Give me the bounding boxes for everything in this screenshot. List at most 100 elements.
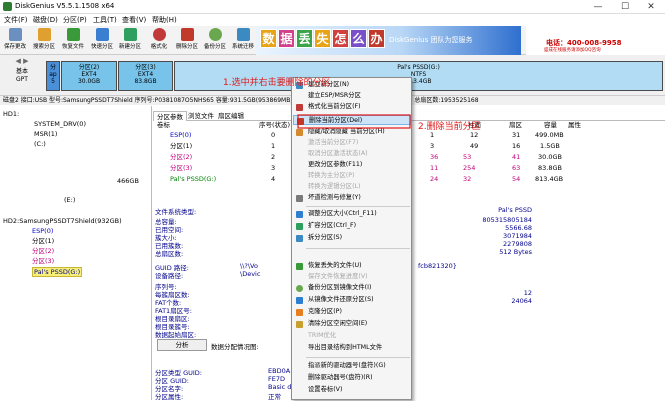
column-capacity[interactable]: 容量 bbox=[544, 121, 557, 130]
tab-browse-files[interactable]: 浏览文件 bbox=[185, 111, 217, 121]
delete-partition-button[interactable]: 删除分区 bbox=[173, 27, 201, 54]
menu-set-label[interactable]: 设置卷标(V) bbox=[293, 385, 411, 395]
table-row-name[interactable]: 分区(2) bbox=[170, 153, 192, 162]
search-partition-button[interactable]: 搜索分区 bbox=[30, 27, 58, 54]
table-row-name[interactable]: 分区(3) bbox=[170, 164, 192, 173]
search-partition-icon bbox=[37, 28, 51, 41]
tab-sector-edit[interactable]: 扇区编辑 bbox=[215, 111, 247, 121]
table-row-head: 49 bbox=[470, 142, 479, 150]
column-attr[interactable]: 属性 bbox=[568, 121, 581, 130]
table-row-sector: 16 bbox=[512, 142, 521, 150]
split-icon bbox=[296, 235, 303, 242]
menu-to-primary[interactable]: 转换为主分区(P) bbox=[293, 171, 411, 181]
menu-partition[interactable]: 分区(P) bbox=[63, 15, 87, 25]
contact-note: 盛成在线服务请添加QQ咨询 bbox=[544, 48, 601, 53]
new-partition-button[interactable]: 新建分区 bbox=[116, 27, 144, 54]
disk-nav-arrows[interactable]: ◀ ▶ bbox=[2, 57, 42, 65]
backup-partition-icon bbox=[208, 28, 222, 41]
quick-partition-button[interactable]: 快速分区 bbox=[88, 27, 116, 54]
menu-view[interactable]: 查看(V) bbox=[122, 15, 146, 25]
menu-file[interactable]: 文件(F) bbox=[4, 15, 28, 25]
recover-files-icon bbox=[66, 28, 80, 41]
menu-clone[interactable]: 克隆分区(P) bbox=[293, 307, 411, 317]
table-row-capacity: 1.5GB bbox=[540, 142, 560, 150]
close-button[interactable]: ✕ bbox=[637, 0, 665, 14]
menu-export-html[interactable]: 导出目录结构到HTML文件 bbox=[293, 343, 411, 353]
table-row-cyl: 11 bbox=[430, 164, 439, 172]
menu-hide-partition[interactable]: 隐藏/取消隐藏 当前分区(H) bbox=[293, 127, 411, 137]
promo-banner[interactable]: 数 据 丢 失 怎 么 办 DiskGenius 团队为您服务 bbox=[256, 26, 521, 55]
menu-assign-letter[interactable]: 指派新的驱动器号(盘符)(G) bbox=[293, 361, 411, 371]
minimize-button[interactable]: — bbox=[584, 0, 612, 14]
menu-separator bbox=[306, 357, 410, 358]
backup-icon bbox=[296, 285, 303, 292]
tree-item-e[interactable]: (E:) bbox=[64, 196, 75, 204]
wrench-icon bbox=[296, 195, 303, 202]
menu-bad-sector[interactable]: 坏道检测与修复(Y) bbox=[293, 193, 411, 203]
format-icon bbox=[296, 104, 303, 111]
migrate-system-button[interactable]: 系统迁移 bbox=[229, 27, 257, 54]
banner-char: 丢 bbox=[296, 29, 313, 48]
backup-partition-button[interactable]: 备份分区 bbox=[201, 27, 229, 54]
tree-item-part1[interactable]: 分区(1) bbox=[32, 237, 54, 245]
maximize-button[interactable]: ☐ bbox=[611, 0, 639, 14]
tree-disk-hd2[interactable]: HD2:SamsungPSSDT7Shield(932GB) bbox=[3, 217, 122, 225]
column-seq[interactable]: 序号(状态) bbox=[259, 121, 290, 130]
menu-delete-partition[interactable]: 删除当前分区(Del) bbox=[293, 115, 411, 125]
column-sector[interactable]: 扇区 bbox=[509, 121, 522, 130]
disk-segment-3[interactable]: 分区(3) EXT4 83.8GB bbox=[118, 61, 173, 91]
table-row-cyl: 3 bbox=[430, 142, 435, 150]
recover-files-button[interactable]: 恢复文件 bbox=[59, 27, 87, 54]
table-row-capacity: 813.4GB bbox=[535, 175, 564, 183]
table-row-seq: 2 bbox=[271, 153, 276, 161]
menu-remove-letter[interactable]: 删除驱动器号(盘符)(R) bbox=[293, 373, 411, 383]
banner-char: 据 bbox=[278, 29, 295, 48]
menu-to-logical[interactable]: 转换为逻辑分区(L) bbox=[293, 182, 411, 192]
menu-split[interactable]: 拆分分区(S) bbox=[293, 233, 411, 243]
tree-item-esp[interactable]: ESP(0) bbox=[32, 227, 53, 235]
table-row-name[interactable]: 分区(1) bbox=[170, 142, 192, 151]
menu-activate[interactable]: 激活当前分区(F7) bbox=[293, 138, 411, 148]
tree-item-part2[interactable]: 分区(2) bbox=[32, 247, 54, 255]
info-value: EBD0A bbox=[268, 367, 291, 375]
menu-extend[interactable]: 扩容分区(Ctrl_F) bbox=[293, 221, 411, 231]
tree-item-part3[interactable]: 分区(3) bbox=[32, 257, 54, 265]
table-row-name[interactable]: Pal's PSSD(G:) bbox=[170, 175, 216, 184]
table-row-cyl: 1 bbox=[430, 131, 435, 139]
menu-trim[interactable]: TRIM优化 bbox=[293, 331, 411, 341]
tree-item-pssd-selected[interactable]: Pal's PSSD(G:) bbox=[32, 267, 83, 277]
save-button[interactable]: 保存更改 bbox=[1, 27, 29, 54]
menu-esp-msr[interactable]: 建立ESP/MSR分区 bbox=[293, 91, 411, 101]
menu-separator bbox=[306, 248, 410, 249]
menu-deactivate[interactable]: 取消分区激活状态(A) bbox=[293, 149, 411, 159]
disk-segment-esp[interactable]: 分 ap 5 bbox=[46, 61, 60, 91]
disk-segment-2[interactable]: 分区(2) EXT4 30.0GB bbox=[61, 61, 117, 91]
contact-ad[interactable]: 电话：400-008-9958 盛成在线服务请添加QQ咨询 bbox=[526, 26, 665, 55]
menu-change-params[interactable]: 更改分区参数(F11) bbox=[293, 160, 411, 170]
tree-disk-hd1[interactable]: HD1: bbox=[3, 110, 19, 118]
format-button[interactable]: 格式化 bbox=[145, 27, 173, 54]
tree-item-msr[interactable]: MSR(1) bbox=[34, 130, 57, 138]
annotation-step2: 2.删除当前分区 bbox=[418, 122, 481, 132]
disk-tree: HD1: SYSTEM_DRV(0) MSR(1) (C:) 466GB (E:… bbox=[0, 106, 152, 400]
column-volume[interactable]: 卷标 bbox=[157, 121, 170, 130]
tree-item-c[interactable]: (C:) bbox=[34, 140, 46, 148]
menu-wipe-free[interactable]: 清除分区空闲空间(E) bbox=[293, 319, 411, 329]
menu-tools[interactable]: 工具(T) bbox=[93, 15, 117, 25]
menu-disk[interactable]: 磁盘(D) bbox=[33, 15, 58, 25]
menu-format[interactable]: 格式化当前分区(F) bbox=[293, 102, 411, 112]
tab-partition-params[interactable]: 分区参数 bbox=[153, 111, 187, 121]
menu-resize[interactable]: 调整分区大小(Ctrl_F11) bbox=[293, 209, 411, 219]
menu-backup-image[interactable]: 备份分区到镜像文件(I) bbox=[293, 283, 411, 293]
menu-save-progress[interactable]: 保存文件恢复进度(V) bbox=[293, 272, 411, 282]
table-row-head: 254 bbox=[463, 164, 476, 172]
analyze-button[interactable]: 分析 bbox=[157, 339, 207, 351]
table-row-name[interactable]: ESP(0) bbox=[170, 131, 191, 140]
info-label: 总扇区数: bbox=[155, 250, 184, 258]
menu-help[interactable]: 帮助(H) bbox=[152, 15, 177, 25]
menu-recover-files[interactable]: 恢复丢失的文件(U) bbox=[293, 261, 411, 271]
tree-disk-hd1-size: 466GB bbox=[117, 177, 139, 185]
table-row-sector: 63 bbox=[512, 164, 521, 172]
menu-restore-image[interactable]: 从镜像文件还原分区(S) bbox=[293, 295, 411, 305]
tree-item-system-drv[interactable]: SYSTEM_DRV(0) bbox=[34, 120, 86, 128]
